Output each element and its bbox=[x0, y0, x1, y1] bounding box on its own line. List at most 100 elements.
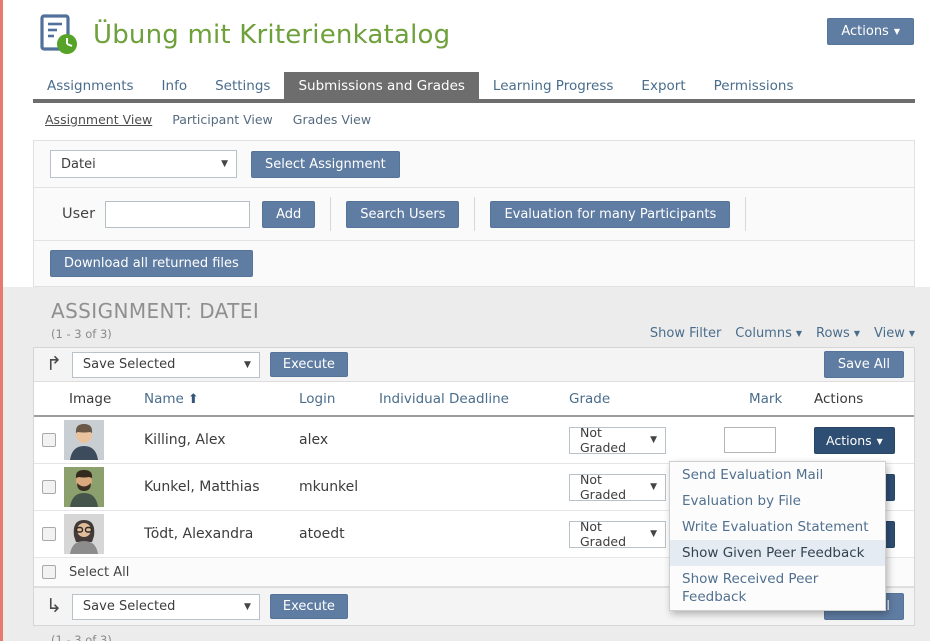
row-checkbox[interactable] bbox=[42, 480, 56, 494]
apply-up-arrow-icon: ↱ bbox=[46, 355, 62, 374]
caret-down-icon: ▼ bbox=[877, 437, 883, 446]
avatar bbox=[64, 467, 104, 507]
execute-button-top[interactable]: Execute bbox=[270, 352, 348, 377]
menu-item-write-evaluation-statement[interactable]: Write Evaluation Statement bbox=[670, 514, 885, 540]
menu-item-send-evaluation-mail[interactable]: Send Evaluation Mail bbox=[670, 462, 885, 488]
apply-down-arrow-icon: ↳ bbox=[46, 597, 62, 616]
caret-down-icon: ▼ bbox=[909, 329, 915, 338]
caret-down-icon: ▼ bbox=[854, 329, 860, 338]
tab-bar: Assignments Info Settings Submissions an… bbox=[33, 72, 915, 103]
table-meta-row: (1 - 3 of 3) Show Filter Columns▼ Rows▼ … bbox=[51, 326, 915, 341]
actions-cell: Actions▼ bbox=[804, 427, 914, 454]
user-row: User Add Search Users Evaluation for man… bbox=[34, 187, 914, 240]
table-row: Killing, Alex alex Not Graded ▼ Actions▼ bbox=[34, 417, 914, 464]
assignment-select[interactable]: Datei ▼ bbox=[50, 150, 237, 178]
table-header-row: Image Name⬆ Login Individual Deadline Gr… bbox=[34, 382, 914, 417]
caret-down-icon: ▼ bbox=[894, 27, 900, 36]
caret-down-icon: ▼ bbox=[650, 529, 657, 539]
grade-select[interactable]: Not Graded ▼ bbox=[569, 474, 666, 501]
select-assignment-button[interactable]: Select Assignment bbox=[251, 151, 400, 178]
exercise-object-icon bbox=[37, 14, 79, 56]
participant-name: Killing, Alex bbox=[144, 432, 299, 448]
subtab-grades-view[interactable]: Grades View bbox=[293, 112, 371, 127]
subtab-assignment-view[interactable]: Assignment View bbox=[45, 112, 152, 127]
tab-settings[interactable]: Settings bbox=[201, 72, 284, 99]
row-actions-button[interactable]: Actions▼ bbox=[814, 427, 895, 454]
tab-submissions-and-grades[interactable]: Submissions and Grades bbox=[284, 72, 478, 99]
caret-down-icon: ▼ bbox=[796, 329, 802, 338]
table-view-links: Show Filter Columns▼ Rows▼ View▼ bbox=[650, 326, 915, 341]
participant-name: Tödt, Alexandra bbox=[144, 526, 299, 542]
avatar bbox=[64, 420, 104, 460]
participants-table: ↱ Save Selected ▼ Execute Save All Image… bbox=[33, 347, 915, 626]
tab-assignments[interactable]: Assignments bbox=[33, 72, 148, 99]
avatar-cell bbox=[64, 514, 144, 554]
caret-down-icon: ▼ bbox=[244, 360, 251, 370]
select-all-checkbox[interactable] bbox=[42, 565, 56, 579]
exercise-page: Übung mit Kriterienkatalog Actions▼ Assi… bbox=[0, 0, 930, 641]
evaluation-many-participants-button[interactable]: Evaluation for many Participants bbox=[490, 201, 730, 228]
menu-item-show-given-peer-feedback[interactable]: Show Given Peer Feedback bbox=[670, 540, 885, 566]
download-all-returned-files-button[interactable]: Download all returned files bbox=[50, 250, 253, 277]
user-input[interactable] bbox=[105, 201, 250, 228]
result-range-top: (1 - 3 of 3) bbox=[51, 327, 112, 341]
column-header-image: Image bbox=[64, 391, 144, 407]
caret-down-icon: ▼ bbox=[650, 482, 657, 492]
page-actions-button[interactable]: Actions▼ bbox=[827, 18, 914, 45]
toolbar-divider bbox=[330, 197, 331, 231]
tab-export[interactable]: Export bbox=[627, 72, 699, 99]
menu-item-evaluation-by-file[interactable]: Evaluation by File bbox=[670, 488, 885, 514]
table-heading: ASSIGNMENT: DATEI bbox=[51, 299, 930, 323]
grade-cell: Not Graded ▼ bbox=[569, 427, 724, 454]
participant-name: Kunkel, Matthias bbox=[144, 479, 299, 495]
filter-toolbar: Datei ▼ Select Assignment User Add Searc… bbox=[33, 140, 915, 287]
assignment-section: ASSIGNMENT: DATEI (1 - 3 of 3) Show Filt… bbox=[3, 287, 930, 641]
grade-select[interactable]: Not Graded ▼ bbox=[569, 521, 666, 548]
show-filter-link[interactable]: Show Filter bbox=[650, 326, 721, 341]
mark-cell bbox=[724, 427, 804, 453]
subtab-participant-view[interactable]: Participant View bbox=[172, 112, 273, 127]
mark-input[interactable] bbox=[724, 427, 776, 453]
grade-select[interactable]: Not Graded ▼ bbox=[569, 427, 666, 454]
column-header-mark[interactable]: Mark bbox=[724, 391, 804, 407]
row-actions-menu: Send Evaluation Mail Evaluation by File … bbox=[669, 461, 886, 611]
column-header-individual-deadline[interactable]: Individual Deadline bbox=[379, 391, 569, 407]
column-header-login[interactable]: Login bbox=[299, 391, 379, 407]
save-all-button-top[interactable]: Save All bbox=[824, 351, 904, 378]
tab-learning-progress[interactable]: Learning Progress bbox=[479, 72, 628, 99]
toolbar-divider bbox=[745, 197, 746, 231]
avatar-cell bbox=[64, 420, 144, 460]
column-header-grade[interactable]: Grade bbox=[569, 391, 724, 407]
add-user-button[interactable]: Add bbox=[262, 201, 315, 228]
result-range-bottom: (1 - 3 of 3) bbox=[51, 633, 930, 641]
row-checkbox[interactable] bbox=[42, 527, 56, 541]
assignment-select-row: Datei ▼ Select Assignment bbox=[34, 141, 914, 187]
toolbar-divider bbox=[474, 197, 475, 231]
column-header-actions: Actions bbox=[804, 391, 914, 407]
page-header: Übung mit Kriterienkatalog Actions▼ bbox=[3, 0, 930, 60]
caret-down-icon: ▼ bbox=[650, 435, 657, 445]
sort-ascending-icon: ⬆ bbox=[188, 392, 199, 407]
avatar bbox=[64, 514, 104, 554]
search-users-button[interactable]: Search Users bbox=[346, 201, 459, 228]
avatar-cell bbox=[64, 467, 144, 507]
caret-down-icon: ▼ bbox=[244, 602, 251, 612]
menu-item-show-received-peer-feedback[interactable]: Show Received Peer Feedback bbox=[670, 566, 885, 610]
execute-button-bottom[interactable]: Execute bbox=[270, 594, 348, 619]
view-dropdown[interactable]: View▼ bbox=[874, 326, 915, 341]
tab-info[interactable]: Info bbox=[148, 72, 202, 99]
user-label: User bbox=[62, 206, 95, 222]
tab-permissions[interactable]: Permissions bbox=[700, 72, 808, 99]
rows-dropdown[interactable]: Rows▼ bbox=[816, 326, 860, 341]
caret-down-icon: ▼ bbox=[221, 159, 228, 169]
bulk-action-select-bottom[interactable]: Save Selected ▼ bbox=[72, 594, 260, 620]
column-header-name[interactable]: Name⬆ bbox=[144, 391, 299, 407]
download-row: Download all returned files bbox=[34, 240, 914, 286]
participant-login: alex bbox=[299, 432, 379, 448]
subtab-bar: Assignment View Participant View Grades … bbox=[3, 103, 930, 136]
columns-dropdown[interactable]: Columns▼ bbox=[735, 326, 802, 341]
participant-login: atoedt bbox=[299, 526, 379, 542]
page-title: Übung mit Kriterienkatalog bbox=[93, 20, 450, 50]
row-checkbox[interactable] bbox=[42, 433, 56, 447]
bulk-action-select-top[interactable]: Save Selected ▼ bbox=[72, 352, 260, 378]
